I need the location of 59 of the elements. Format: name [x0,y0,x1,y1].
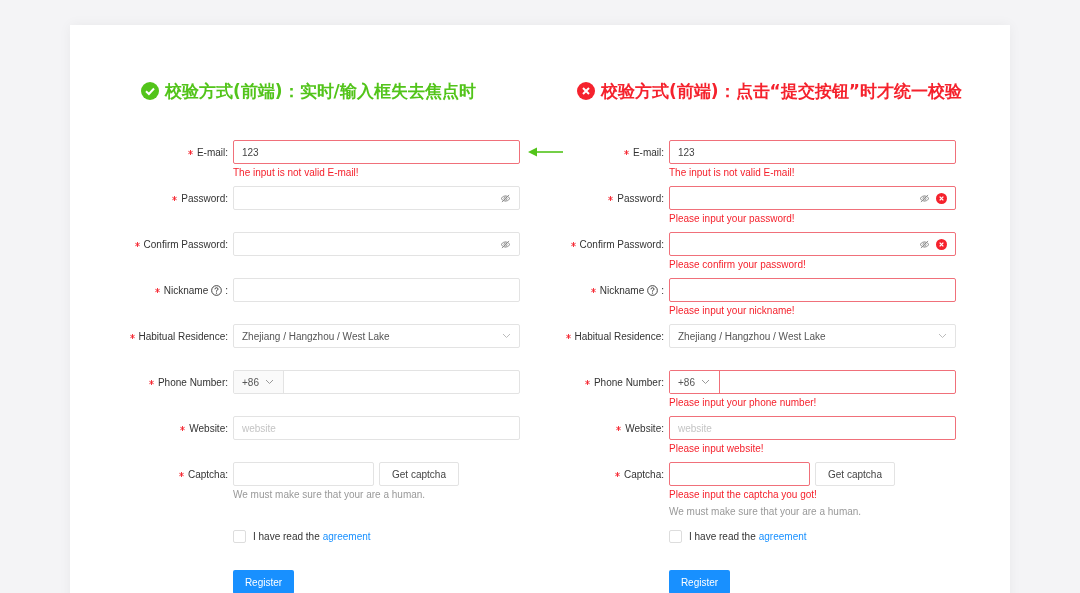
agreement-text: I have read the [689,530,756,542]
error-message: Please input website! [669,442,765,456]
field-label: Confirm Password: [143,238,228,250]
label-colon: : [225,284,228,296]
label-colon: : [661,284,664,296]
chevron-down-icon [502,333,511,339]
password-field[interactable] [669,232,956,256]
get-captcha-button[interactable]: Get captcha [379,462,459,486]
agreement-text: I have read the [253,530,320,542]
input-field[interactable] [669,278,956,302]
field-label: E-mail: [196,146,228,158]
field-label: E-mail: [632,146,664,158]
residence-select[interactable]: Zhejiang / Hangzhou / West Lake [233,324,520,348]
section-title: 校验方式(前端)：实时/输入框失去焦点时 [165,79,476,103]
field-label: Phone Number: [157,376,228,388]
field-label: Password: [617,192,664,204]
country-code[interactable]: +86 [242,376,259,388]
error-message: Please input your nickname! [669,304,796,318]
eye-slash-icon[interactable] [500,239,511,249]
password-field[interactable] [669,186,956,210]
field-label: Website: [189,422,228,434]
error-message: Please input your phone number! [669,396,818,410]
error-message: The input is not valid E-mail! [233,166,360,180]
field-label: Captcha: [623,468,664,480]
phone-field[interactable]: +86 [669,370,956,394]
input-field[interactable] [669,462,810,486]
error-message: Please input your password! [669,212,796,226]
error-circle-icon [936,192,947,204]
field-label: Password: [181,192,228,204]
country-code[interactable]: +86 [678,376,695,388]
chevron-down-icon [938,333,947,339]
arrow-icon [528,147,564,157]
get-captcha-button[interactable]: Get captcha [815,462,895,486]
error-message: The input is not valid E-mail! [669,166,796,180]
field-label: Habitual Residence: [138,330,228,342]
field-label: Confirm Password: [579,238,664,250]
error-message: Please input the captcha you got! [669,488,818,502]
residence-select[interactable]: Zhejiang / Hangzhou / West Lake [669,324,956,348]
eye-slash-icon[interactable] [500,193,511,203]
agreement-checkbox[interactable] [669,529,682,543]
phone-field[interactable]: +86 [233,370,520,394]
field-label: Captcha: [187,468,228,480]
field-label: Website: [625,422,664,434]
eye-slash-icon[interactable] [919,239,930,249]
help-text: We must make sure that your are a human. [233,488,427,502]
eye-slash-icon[interactable] [919,193,930,203]
agreement-checkbox[interactable] [233,529,246,543]
field-label: Nickname [599,284,645,296]
error-circle-icon [936,238,947,250]
field-label: Phone Number: [593,376,664,388]
chevron-down-icon [264,379,274,385]
input-field[interactable]: 123 [233,140,520,164]
field-label: Habitual Residence: [574,330,664,342]
error-message: Please confirm your password! [669,258,807,272]
help-text: We must make sure that your are a human. [669,505,863,519]
section-title: 校验方式(前端)：点击“提交按钮”时才统一校验 [601,79,962,103]
input-field[interactable]: 123 [669,140,956,164]
field-label: Nickname [163,284,209,296]
chevron-down-icon [700,379,710,385]
